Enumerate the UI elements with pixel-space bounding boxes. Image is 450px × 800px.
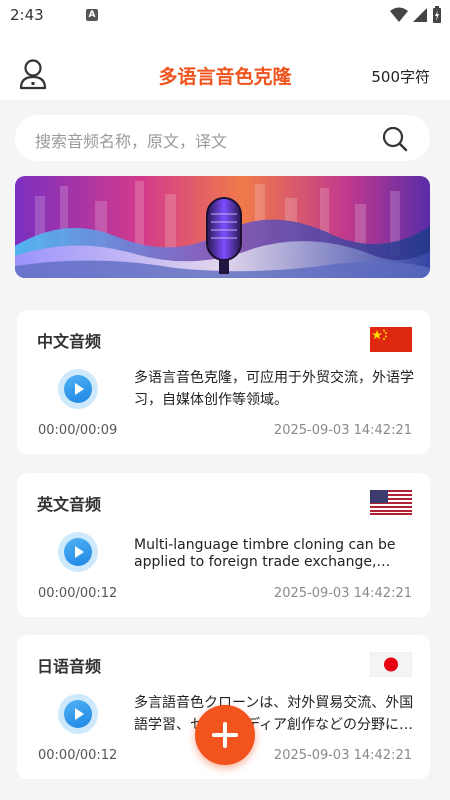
timestamp: 2025-09-03 14:42:21 xyxy=(273,748,412,763)
china-flag-icon xyxy=(370,327,412,352)
play-button[interactable] xyxy=(58,694,98,734)
card-text: Multi-language timbre cloning can be app… xyxy=(134,537,396,570)
timestamp: 2025-09-03 14:42:21 xyxy=(273,423,412,438)
microphone-banner xyxy=(15,176,430,278)
wifi-icon xyxy=(390,7,408,22)
play-button[interactable] xyxy=(58,369,98,409)
banner-image xyxy=(15,176,430,278)
status-bar: 2:43 A xyxy=(0,0,450,32)
card-title: 日语音频 xyxy=(37,657,102,676)
status-time: 2:43 xyxy=(10,6,44,24)
search-bar[interactable]: 搜索音频名称，原文，译文 xyxy=(15,115,430,161)
character-quota[interactable]: 500字符 xyxy=(371,66,430,87)
duration: 00:00/00:12 xyxy=(38,586,118,601)
card-title: 英文音频 xyxy=(37,495,102,514)
audio-card-english[interactable]: 英文音频 Multi-language timbre cloning can b… xyxy=(17,473,430,617)
play-button[interactable] xyxy=(58,532,98,572)
notification-icon: A xyxy=(86,9,98,21)
battery-icon xyxy=(433,6,441,23)
card-title: 中文音频 xyxy=(37,332,102,351)
duration: 00:00/00:12 xyxy=(38,748,118,763)
add-audio-button[interactable] xyxy=(195,705,255,765)
japan-flag-icon xyxy=(370,652,412,677)
duration: 00:00/00:09 xyxy=(38,423,118,438)
search-icon[interactable] xyxy=(382,126,408,152)
status-icons xyxy=(390,6,442,24)
audio-card-chinese[interactable]: 中文音频 多语言音色克隆，可应用于外贸交流，外语学习，自媒体创作等领域。 00:… xyxy=(17,310,430,454)
play-icon xyxy=(64,375,92,403)
play-icon xyxy=(64,700,92,728)
card-text: 多言語音色クローンは、対外貿易交流、外国語学習、セルフメディア創作などの分野に応… xyxy=(134,695,414,733)
usa-flag-icon xyxy=(370,490,412,515)
app-header: 多语言音色克隆 500字符 xyxy=(0,32,450,100)
signal-icon xyxy=(413,8,427,22)
timestamp: 2025-09-03 14:42:21 xyxy=(273,586,412,601)
card-text: 多语言音色克隆，可应用于外贸交流，外语学习，自媒体创作等领域。 xyxy=(134,370,414,408)
search-input[interactable]: 搜索音频名称，原文，译文 xyxy=(35,128,227,152)
play-icon xyxy=(64,538,92,566)
